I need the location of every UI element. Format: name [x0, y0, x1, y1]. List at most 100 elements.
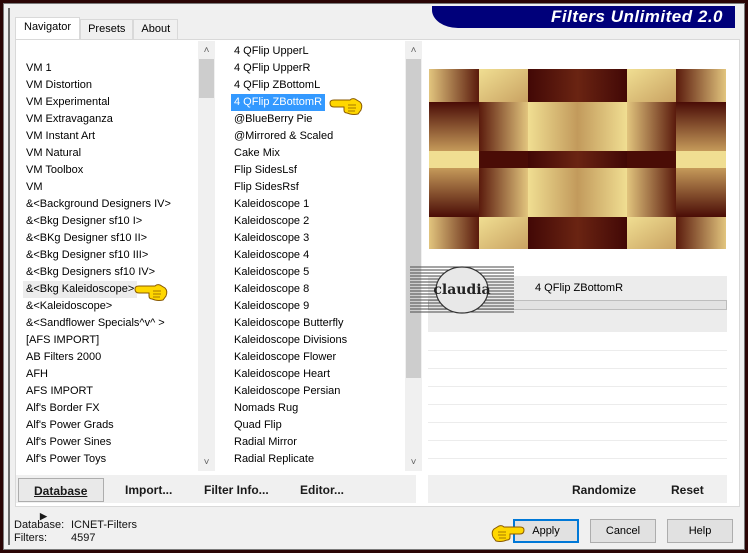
filter-list-item[interactable]: 4 QFlip UpperL	[231, 43, 312, 60]
category-list-item[interactable]: &<Bkg Designer sf10 I>	[23, 213, 145, 230]
category-list-item[interactable]: &<BKg Designer sf10 II>	[23, 230, 150, 247]
filter-list-item[interactable]: Kaleidoscope 4	[231, 247, 312, 264]
category-list-item[interactable]: &<Kaleidoscope>	[23, 298, 115, 315]
tab-presets[interactable]: Presets	[80, 19, 134, 39]
filter-list-item[interactable]: @Mirrored & Scaled	[231, 128, 336, 145]
preview-tile	[528, 151, 627, 168]
database-status-value: ICNET-Filters	[71, 519, 137, 531]
filter-list-item[interactable]: Flip SidesRsf	[231, 179, 302, 196]
category-list-item[interactable]: VM Distortion	[23, 77, 95, 94]
filter-list-item[interactable]: Kaleidoscope 9	[231, 298, 312, 315]
category-scroll-thumb[interactable]	[199, 59, 214, 98]
preview-tile	[528, 217, 627, 249]
tab-about[interactable]: About	[133, 19, 179, 39]
filter-list-item[interactable]: Kaleidoscope 1	[231, 196, 312, 213]
filter-list-item[interactable]: 4 QFlip ZBottomL	[231, 77, 323, 94]
preview-tile	[429, 102, 479, 151]
filter-list-item[interactable]: Kaleidoscope 2	[231, 213, 312, 230]
category-list-item[interactable]: VM Natural	[23, 145, 84, 162]
preview-tile	[676, 168, 726, 217]
category-list-item[interactable]: VM	[23, 179, 46, 196]
filter-list-item[interactable]: Kaleidoscope Butterfly	[231, 315, 346, 332]
preview-tile	[627, 102, 676, 151]
category-list-item[interactable]: Alf's Power Toys	[23, 451, 109, 468]
help-button[interactable]: Help	[667, 519, 733, 543]
randomize-button[interactable]: Randomize	[572, 478, 636, 502]
filter-list-item[interactable]: Nomads Rug	[231, 400, 301, 417]
category-list-item[interactable]: Alf's Power Grads	[23, 417, 117, 434]
category-list-item[interactable]: AFS IMPORT	[23, 383, 96, 400]
category-list-scrollbar[interactable]: ˄ ˅	[198, 41, 215, 471]
filter-list-item[interactable]: Radial Replicate	[231, 451, 317, 468]
preview-tile	[676, 151, 726, 168]
parameter-slot	[428, 368, 727, 369]
category-list-item[interactable]: VM Extravaganza	[23, 111, 116, 128]
preview-tile	[479, 217, 528, 249]
cancel-button[interactable]: Cancel	[590, 519, 656, 543]
filter-list-item[interactable]: Kaleidoscope Heart	[231, 366, 333, 383]
filter-list-item[interactable]: Flip SidesLsf	[231, 162, 300, 179]
category-list-item-partial[interactable]	[23, 468, 29, 471]
filter-list-item[interactable]: Kaleidoscope Persian	[231, 383, 343, 400]
category-list-item[interactable]: AFH	[23, 366, 51, 383]
category-list-item[interactable]: &<Bkg Kaleidoscope>	[23, 281, 138, 298]
filter-list-item[interactable]: Radial Mirror	[231, 434, 300, 451]
editor-button[interactable]: Editor...	[300, 478, 344, 502]
preview-tile	[479, 168, 528, 217]
filter-list-item[interactable]: 4 QFlip UpperR	[231, 60, 313, 77]
preview-tile	[627, 168, 676, 217]
category-list-item[interactable]: Alf's Border FX	[23, 400, 103, 417]
import-button[interactable]: Import...	[125, 478, 172, 502]
scroll-up-arrow-icon[interactable]: ˄	[405, 42, 422, 59]
filter-list-item[interactable]: Kaleidoscope Divisions	[231, 332, 350, 349]
database-status: Database: ICNET-Filters	[14, 519, 137, 531]
current-filter-name: 4 QFlip ZBottomR	[535, 282, 624, 294]
filter-list-scrollbar[interactable]: ˄ ˅	[405, 41, 422, 471]
tab-navigator[interactable]: Navigator	[15, 17, 81, 40]
filter-info-button[interactable]: Filter Info...	[204, 478, 269, 502]
category-list-item[interactable]: VM Instant Art	[23, 128, 98, 145]
category-list-item[interactable]: AB Filters 2000	[23, 349, 104, 366]
filter-preview-image	[429, 69, 726, 249]
category-list-item[interactable]: Alf's Power Sines	[23, 434, 114, 451]
category-list-item[interactable]: VM Experimental	[23, 94, 113, 111]
filter-list-item[interactable]: Cake Mix	[231, 145, 283, 162]
category-list-item[interactable]: &<Sandflower Specials^v^ >	[23, 315, 168, 332]
filter-list-item-partial[interactable]	[231, 468, 237, 471]
category-list-item[interactable]: &<Bkg Designers sf10 IV>	[23, 264, 158, 281]
filters-count-status: Filters: 4597	[14, 532, 95, 544]
category-list-item[interactable]: [AFS IMPORT]	[23, 332, 102, 349]
filter-list-item[interactable]: Kaleidoscope 8	[231, 281, 312, 298]
preview-tile	[479, 151, 528, 168]
category-list-item[interactable]: &<Bkg Designer sf10 III>	[23, 247, 151, 264]
filter-list-item[interactable]: 4 QFlip ZBottomR	[231, 94, 326, 111]
database-status-label: Database:	[14, 519, 65, 531]
pointing-hand-icon	[329, 98, 363, 115]
filter-list-item[interactable]: Kaleidoscope 3	[231, 230, 312, 247]
filters-count-value: 4597	[71, 532, 96, 544]
preview-tile	[429, 168, 479, 217]
database-label: Database	[34, 484, 88, 498]
filter-list[interactable]: 4 QFlip UpperL 4 QFlip UpperR 4 QFlip ZBot…	[222, 41, 410, 471]
pointing-hand-icon	[491, 525, 525, 542]
category-list-item[interactable]: VM 1	[23, 60, 55, 77]
preview-tile	[676, 217, 726, 249]
parameter-slot	[428, 440, 727, 441]
preview-tile	[528, 102, 627, 151]
preview-tile	[676, 69, 726, 102]
preview-tile	[627, 151, 676, 168]
category-list-item[interactable]: VM Toolbox	[23, 162, 86, 179]
category-list-item[interactable]: &<Background Designers IV>	[23, 196, 174, 213]
database-button[interactable]: Database ▶	[18, 478, 104, 521]
scroll-up-arrow-icon[interactable]: ˄	[198, 42, 215, 59]
reset-button[interactable]: Reset	[671, 478, 704, 502]
scroll-down-arrow-icon[interactable]: ˅	[405, 454, 422, 471]
filter-list-item[interactable]: Kaleidoscope 5	[231, 264, 312, 281]
filter-list-item[interactable]: @BlueBerry Pie	[231, 111, 315, 128]
filter-list-item[interactable]: Kaleidoscope Flower	[231, 349, 339, 366]
category-list[interactable]: VM 1 VM Distortion VM Experimental VM Extra…	[16, 41, 214, 471]
filter-scroll-thumb[interactable]	[406, 59, 421, 378]
filter-list-item[interactable]: Quad Flip	[231, 417, 285, 434]
scroll-down-arrow-icon[interactable]: ˅	[198, 454, 215, 471]
preview-tile	[528, 168, 627, 217]
